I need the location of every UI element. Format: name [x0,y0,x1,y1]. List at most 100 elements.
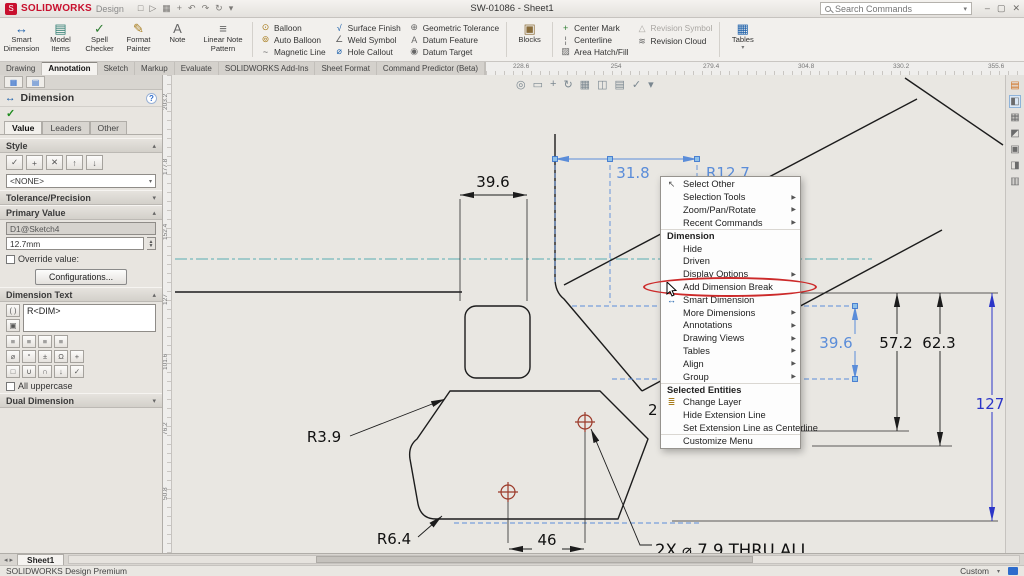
zoom-mode-label[interactable]: Custom [960,566,989,576]
zoom-dropdown-icon[interactable]: ▾ [997,568,1000,575]
tab-markup[interactable]: Markup [135,62,175,75]
tab-other[interactable]: Other [90,121,128,134]
surface-finish-button[interactable]: √Surface Finish [334,22,401,33]
drawing-canvas[interactable]: 39.6 31.8 R12.7 39.6 57.2 62.3 [172,75,1005,553]
tables-dropdown-icon[interactable]: ▾ [741,45,744,52]
tab-sketch[interactable]: Sketch [98,62,135,75]
custom-properties-icon[interactable]: ◩ [1010,128,1019,139]
task-pane-icon[interactable]: ◧ [1010,96,1019,107]
dimension-text-46[interactable]: 46 [537,531,556,549]
justify-center-button[interactable]: ≡ [22,335,36,348]
print-icon[interactable]: + [177,3,182,14]
display-pane-tab-icon[interactable]: ▤ [26,76,45,88]
zoom-area-icon[interactable]: ▭ [533,78,543,91]
leader-hole-note[interactable] [591,429,652,545]
menu-item-hide[interactable]: Hide [661,242,800,255]
property-tab-icon[interactable]: ▦ [4,76,23,88]
chord-length-button[interactable]: ∩ [38,365,52,378]
new-document-icon[interactable]: □ [138,3,143,14]
menu-item-display-options[interactable]: Display Options▶ [661,268,800,281]
next-sheet-icon[interactable]: ▸ [10,556,14,564]
menu-item-customize-menu[interactable]: Customize Menu [661,434,800,447]
tolerance-precision-section-header[interactable]: Tolerance/Precision ▾ [0,190,162,205]
spell-checker-button[interactable]: ✓ Spell Checker [80,19,119,60]
menu-item-hide-extension-line[interactable]: Hide Extension Line [661,409,800,422]
zoom-in-out-icon[interactable]: + [550,78,556,91]
justify-right-button[interactable]: ≡ [38,335,52,348]
dimension-text-r6-4[interactable]: R6.4 [377,530,411,548]
justify-left-button[interactable]: ≡ [6,335,20,348]
search-commands-box[interactable]: ▾ [820,2,972,15]
view-palette-icon[interactable]: ▤ [1010,80,1019,91]
hide-show-items-icon[interactable]: ▤ [614,78,624,91]
note-button[interactable]: A Note [158,19,197,60]
plus-minus-symbol-button[interactable]: ± [38,350,52,363]
dimension-text-39-6-right[interactable]: 39.6 [819,334,852,352]
dimension-grip[interactable] [853,304,858,309]
tab-solidworks-add-ins[interactable]: SOLIDWORKS Add-Ins [219,62,316,75]
model-items-button[interactable]: ▤ Model Items [41,19,80,60]
maximize-icon[interactable]: ▢ [997,3,1006,14]
revision-cloud-button[interactable]: ≋Revision Cloud [637,35,713,47]
open-icon[interactable]: ▷ [149,3,156,14]
menu-item-select-other[interactable]: ↖Select Other [661,178,800,191]
centerline-button[interactable]: ¦Centerline [560,34,628,45]
dimension-text-partial[interactable]: 2 [648,401,658,419]
blocks-button[interactable]: ▣ Blocks [510,19,549,60]
tab-command-predictor[interactable]: Command Predictor (Beta) [377,62,485,75]
magnetic-line-button[interactable]: ~Magnetic Line [260,46,326,57]
primary-value-section-header[interactable]: Primary Value ▴ [0,205,162,220]
smart-dimension-button[interactable]: ↔ Smart Dimension [2,19,41,60]
tab-annotation[interactable]: Annotation [42,62,97,75]
menu-item-selection-tools[interactable]: Selection Tools▶ [661,191,800,204]
format-painter-button[interactable]: ✎ Format Painter [119,19,158,60]
menu-item-set-extension-line-centerline[interactable]: Set Extension Line as Centerline [661,422,800,435]
style-delete-button[interactable]: ✕ [46,155,63,170]
add-parenthesis-button[interactable]: ( ) [6,304,20,317]
datum-feature-button[interactable]: ADatum Feature [409,34,499,45]
menu-item-annotations[interactable]: Annotations▶ [661,319,800,332]
geometric-tolerance-button[interactable]: ⊕Geometric Tolerance [409,22,499,33]
forum-icon[interactable]: ▥ [1010,176,1019,187]
display-style-icon[interactable]: ◫ [597,78,607,91]
zoom-fit-icon[interactable]: ◎ [516,78,526,91]
degree-symbol-button[interactable]: ° [22,350,36,363]
linear-note-pattern-button[interactable]: ≡ Linear Note Pattern [197,19,249,60]
menu-item-change-layer[interactable]: ≣Change Layer [661,396,800,409]
dimension-value-field[interactable]: 12.7mm [6,237,144,250]
dimension-text-62-3[interactable]: 62.3 [922,334,955,352]
hole-callout-button[interactable]: ⌀Hole Callout [334,46,401,57]
ok-check-icon[interactable]: ✓ [0,107,162,121]
all-uppercase-checkbox[interactable] [6,382,15,391]
arc-length-button[interactable]: ∪ [22,365,36,378]
style-dropdown[interactable]: <NONE> ▾ [6,174,156,188]
menu-item-drawing-views[interactable]: Drawing Views▶ [661,332,800,345]
style-load-button[interactable]: ↓ [86,155,103,170]
horizontal-scrollbar[interactable] [68,555,1020,564]
tab-sheet-format[interactable]: Sheet Format [315,62,376,75]
dimension-text-hole-note[interactable]: 2X ⌀ 7.9 THRU ALL [655,541,810,553]
dimension-text-57-2[interactable]: 57.2 [879,334,912,352]
tab-leaders[interactable]: Leaders [42,121,89,134]
scrollbar-thumb[interactable] [316,556,753,563]
options-dropdown-icon[interactable]: ▾ [229,3,234,14]
redo-icon[interactable]: ↷ [202,3,210,14]
dimension-text-127[interactable]: 127 [976,395,1005,413]
design-library-icon[interactable]: ▣ [1010,144,1019,155]
more-symbols-button[interactable]: Ω [54,350,68,363]
pentagon-cutout[interactable] [410,391,648,519]
menu-item-more-dimensions[interactable]: More Dimensions▶ [661,306,800,319]
menu-item-zoom-pan-rotate[interactable]: Zoom/Pan/Rotate▶ [661,204,800,217]
dimension-text-input[interactable]: R<DIM> [23,304,156,332]
more-format-button[interactable]: ✓ [70,365,84,378]
tab-value[interactable]: Value [4,121,42,134]
menu-item-tables[interactable]: Tables▶ [661,345,800,358]
dimension-text-31-8[interactable]: 31.8 [616,164,649,182]
override-value-checkbox[interactable] [6,255,15,264]
rebuild-icon[interactable]: ↻ [215,3,223,14]
style-apply-default-button[interactable]: ✓ [6,155,23,170]
auto-balloon-button[interactable]: ⊚Auto Balloon [260,34,326,45]
help-icon[interactable]: ? [146,93,157,104]
balloon-button[interactable]: ⊙Balloon [260,22,326,33]
style-save-button[interactable]: ↑ [66,155,83,170]
